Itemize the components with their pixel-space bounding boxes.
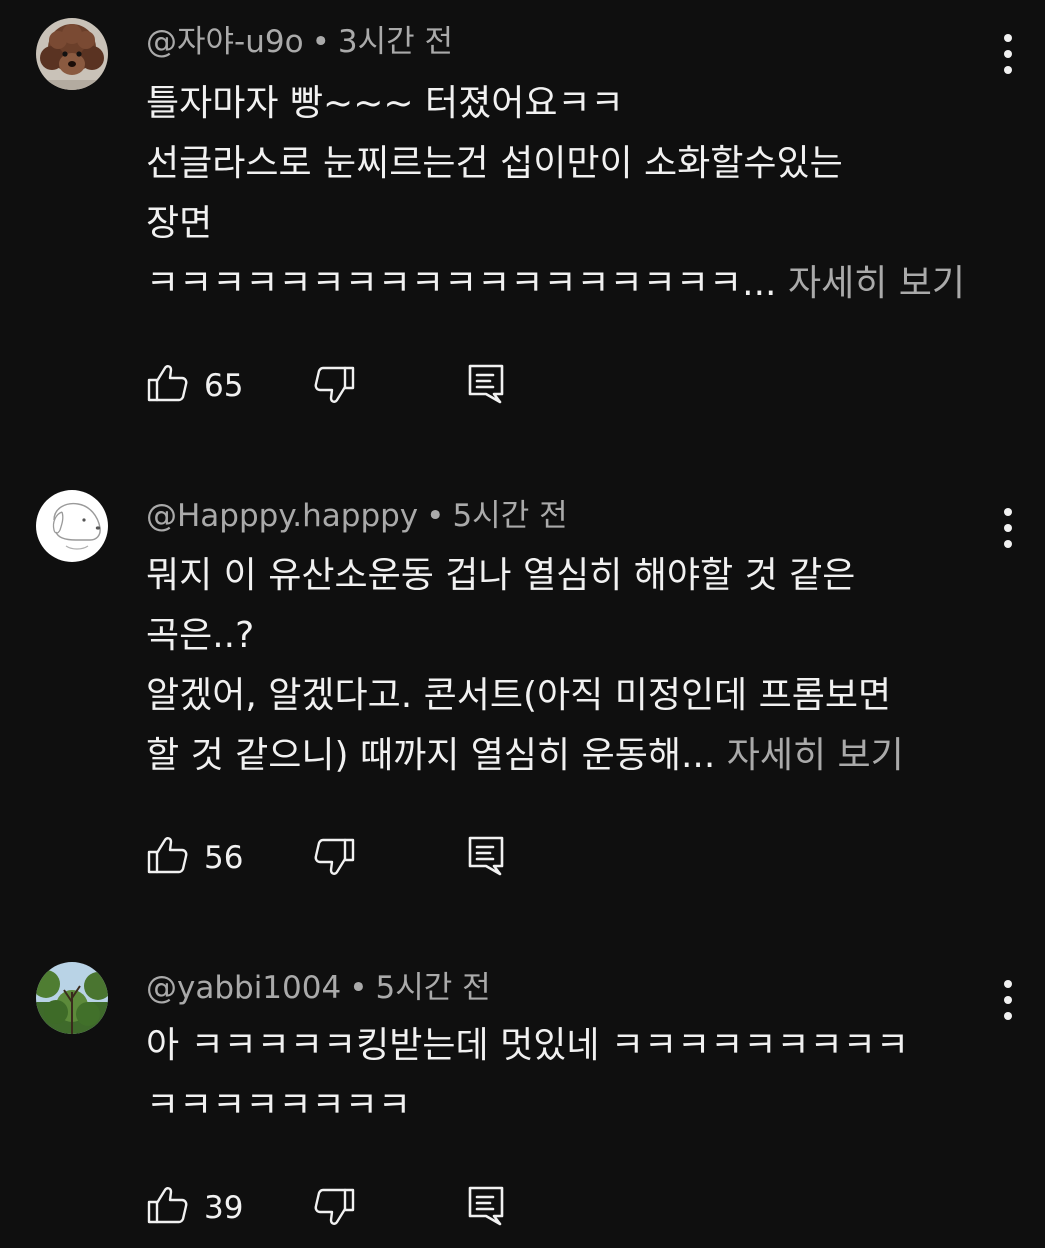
comment-line: 틀자마자 빵~~~ 터졌어요ㅋㅋ (146, 83, 624, 124)
comment-author[interactable]: @자야-u9o (146, 24, 304, 60)
comment-actions: 56 (146, 834, 546, 882)
thumbs-up-icon (147, 365, 188, 402)
reply-icon (468, 364, 504, 404)
comment-line: ㅋㅋㅋㅋㅋㅋㅋㅋㅋㅋㅋㅋㅋㅋㅋㅋㅋㅋ... (146, 263, 777, 304)
comment-line: 장면 (146, 203, 213, 244)
like-button[interactable]: 39 (146, 1184, 243, 1232)
thumbs-up-icon (147, 837, 188, 874)
comment-actions: 65 (146, 362, 546, 410)
comment-time: 5시간 전 (375, 970, 491, 1006)
meta-separator: • (349, 970, 368, 1006)
comment-line: 선글라스로 눈찌르는건 섭이만이 소화할수있는 (146, 143, 843, 184)
reply-button[interactable] (464, 1184, 508, 1232)
read-more-link[interactable]: 자세히 보기 (788, 263, 965, 304)
dog-sketch-avatar-icon (36, 490, 108, 562)
poodle-avatar-icon (36, 18, 108, 90)
comment-text: 뭐지 이 유산소운동 겁나 열심히 해야할 것 같은 곡은..? 알겠어, 알겠… (146, 546, 986, 786)
read-more-link[interactable]: 자세히 보기 (727, 735, 904, 776)
comment-meta: @자야-u9o • 3시간 전 (146, 22, 453, 62)
avatar[interactable] (36, 962, 108, 1034)
comment-line: 알겠어, 알겠다고. 콘서트(아직 미정인데 프롬보면 (146, 675, 892, 716)
dislike-button[interactable] (312, 1184, 356, 1232)
comment-text: 아 ㅋㅋㅋㅋㅋ킹받는데 멋있네 ㅋㅋㅋㅋㅋㅋㅋㅋㅋ ㅋㅋㅋㅋㅋㅋㅋㅋ (146, 1016, 986, 1136)
reply-button[interactable] (464, 362, 508, 410)
like-count: 65 (204, 368, 244, 404)
comment-meta: @yabbi1004 • 5시간 전 (146, 968, 491, 1008)
comment-meta: @Happpy.happpy • 5시간 전 (146, 496, 568, 536)
like-button[interactable]: 65 (146, 362, 243, 410)
dislike-button[interactable] (312, 362, 356, 410)
comment-line-last: ㅋㅋㅋㅋㅋㅋㅋㅋㅋㅋㅋㅋㅋㅋㅋㅋㅋㅋ... 자세히 보기 (146, 254, 986, 314)
comment-actions: 39 (146, 1184, 546, 1232)
comment-text: 틀자마자 빵~~~ 터졌어요ㅋㅋ 선글라스로 눈찌르는건 섭이만이 소화할수있는… (146, 74, 986, 314)
comment-line: 할 것 같으니) 때까지 열심히 운동해... (146, 735, 716, 776)
thumbs-down-icon (314, 1188, 355, 1225)
trees-avatar-icon (36, 962, 108, 1034)
avatar[interactable] (36, 490, 108, 562)
reply-button[interactable] (464, 834, 508, 882)
comment-line: 뭐지 이 유산소운동 겁나 열심히 해야할 것 같은 (146, 555, 856, 596)
reply-icon (468, 1186, 504, 1226)
avatar[interactable] (36, 18, 108, 90)
thumbs-down-icon (314, 838, 355, 875)
comment-time: 5시간 전 (452, 498, 568, 534)
like-count: 56 (204, 840, 244, 876)
meta-separator: • (426, 498, 445, 534)
comment-author[interactable]: @yabbi1004 (146, 970, 341, 1006)
like-count: 39 (204, 1190, 244, 1226)
more-vert-icon[interactable] (990, 30, 1026, 78)
comment-line: 곡은..? (146, 615, 255, 656)
comment-time: 3시간 전 (337, 24, 454, 60)
reply-icon (468, 836, 504, 876)
comment-line: 아 ㅋㅋㅋㅋㅋ킹받는데 멋있네 ㅋㅋㅋㅋㅋㅋㅋㅋㅋ (146, 1025, 909, 1066)
thumbs-up-icon (147, 1187, 188, 1224)
more-vert-icon[interactable] (990, 976, 1026, 1024)
comment-line-last: 할 것 같으니) 때까지 열심히 운동해... 자세히 보기 (146, 726, 986, 786)
comment-author[interactable]: @Happpy.happpy (146, 498, 418, 534)
more-vert-icon[interactable] (990, 504, 1026, 552)
thumbs-down-icon (314, 366, 355, 403)
comment-line: ㅋㅋㅋㅋㅋㅋㅋㅋ (146, 1085, 411, 1126)
like-button[interactable]: 56 (146, 834, 243, 882)
dislike-button[interactable] (312, 834, 356, 882)
meta-separator: • (311, 24, 330, 60)
